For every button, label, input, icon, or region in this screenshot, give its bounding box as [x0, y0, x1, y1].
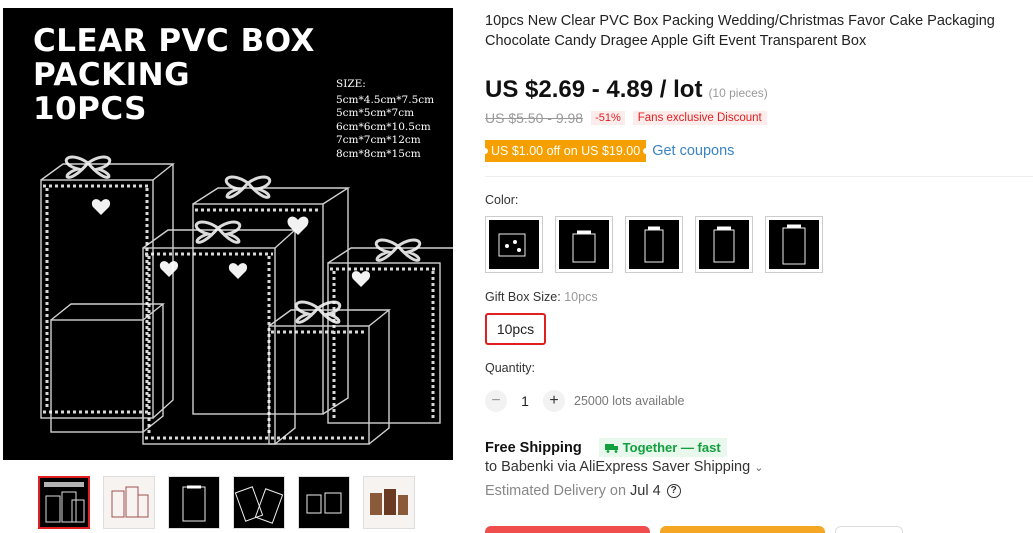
main-product-image: CLEAR PVC BOX PACKING 10PCS SIZE: 5cm*4.…: [3, 8, 453, 460]
stock-available: 25000 lots available: [574, 394, 685, 408]
together-fast-badge: Together — fast: [598, 438, 727, 457]
quantity-value[interactable]: 1: [507, 393, 543, 409]
estimated-delivery: Estimated Delivery on Jul 4 ?: [485, 483, 681, 499]
current-price: US $2.69 - 4.89 / lot: [485, 76, 703, 103]
coupon-badge[interactable]: US $1.00 off on US $19.00: [481, 140, 650, 162]
discount-percent-badge: -51%: [591, 111, 625, 125]
thumbnail-5[interactable]: [298, 476, 350, 529]
image-size-list: SIZE: 5cm*4.5cm*7.5cm 5cm*5cm*7cm 6cm*6c…: [336, 78, 434, 161]
price-row: US $2.69 - 4.89 / lot (10 pieces): [485, 76, 768, 104]
image-size-row: 5cm*4.5cm*7.5cm: [336, 93, 435, 106]
swatch-image: [629, 220, 679, 269]
image-size-row: 6cm*6cm*10.5cm: [336, 120, 431, 133]
delivery-label: Estimated Delivery on: [485, 483, 627, 499]
get-coupons-link[interactable]: Get coupons: [652, 143, 734, 159]
fans-discount-badge: Fans exclusive Discount: [632, 111, 767, 125]
image-size-row: 5cm*5cm*7cm: [336, 107, 415, 119]
swatch-image: [489, 220, 539, 269]
color-swatch-3[interactable]: [625, 216, 683, 273]
delivery-date: Jul 4: [630, 483, 661, 499]
quantity-decrease-button[interactable]: −: [485, 390, 507, 412]
thumbnail-image: [44, 482, 85, 523]
thumbnail-6[interactable]: [363, 476, 415, 529]
thumbnail-image: [234, 486, 284, 524]
swatch-image: [769, 220, 819, 269]
color-swatch-5[interactable]: [765, 216, 823, 273]
swatch-image: [699, 220, 749, 269]
size-label: Gift Box Size: 10pcs: [485, 290, 598, 304]
shipping-row: Free Shipping Together — fast: [485, 438, 727, 457]
product-title: 10pcs New Clear PVC Box Packing Wedding/…: [485, 13, 995, 49]
thumbnail-2[interactable]: [103, 476, 155, 529]
wishlist-button[interactable]: [835, 526, 903, 533]
thumbnail-image: [111, 486, 149, 518]
chevron-down-icon[interactable]: ⌄: [754, 461, 763, 474]
color-swatch-1[interactable]: [485, 216, 543, 273]
coupon-row: US $1.00 off on US $19.00 Get coupons: [481, 140, 734, 162]
image-size-row: 8cm*8cm*15cm: [336, 147, 421, 160]
thumbnail-4[interactable]: [233, 476, 285, 529]
thumbnail-image: [306, 492, 342, 514]
buy-now-button[interactable]: [485, 526, 650, 533]
divider: [485, 176, 1033, 177]
add-to-cart-button[interactable]: [660, 526, 825, 533]
thumbnail-image: [182, 485, 206, 522]
truck-icon: [604, 443, 618, 453]
image-size-row: 7cm*7cm*12cm: [336, 134, 421, 146]
swatch-image: [559, 220, 609, 269]
color-swatch-2[interactable]: [555, 216, 613, 273]
thumbnail-image: [370, 489, 408, 515]
together-fast-label: Together — fast: [622, 440, 721, 455]
color-swatch-4[interactable]: [695, 216, 753, 273]
quantity-increase-button[interactable]: +: [543, 390, 565, 412]
help-icon[interactable]: ?: [666, 484, 681, 498]
size-label-text: Gift Box Size:: [485, 290, 561, 304]
thumbnail-3[interactable]: [168, 476, 220, 529]
shipping-destination[interactable]: to Babenki via AliExpress Saver Shipping…: [485, 459, 763, 475]
color-label: Color:: [485, 193, 519, 207]
quantity-stepper: − 1 + 25000 lots available: [485, 390, 685, 412]
original-price: US $5.50 - 9.98: [485, 110, 584, 126]
thumbnail-1[interactable]: [38, 476, 90, 529]
quantity-label: Quantity:: [485, 361, 536, 375]
shipping-destination-text: to Babenki via AliExpress Saver Shipping: [485, 459, 751, 475]
free-shipping-title: Free Shipping: [485, 439, 582, 456]
size-option-10pcs[interactable]: 10pcs: [485, 313, 546, 345]
size-selected-value: 10pcs: [564, 290, 598, 304]
price-unit-note: (10 pieces): [708, 86, 768, 100]
original-price-row: US $5.50 - 9.98 -51% Fans exclusive Disc…: [485, 110, 767, 126]
image-size-label: SIZE:: [336, 78, 366, 90]
